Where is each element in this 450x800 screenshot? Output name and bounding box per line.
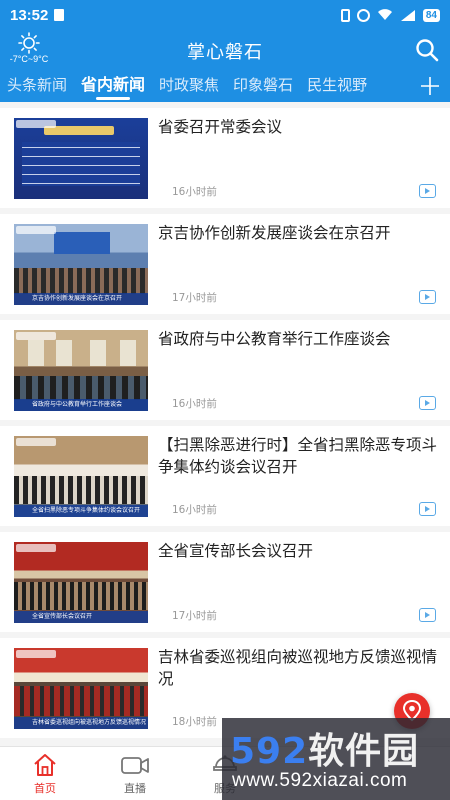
channel-logo xyxy=(16,332,56,340)
watermark-url: www.592xiazai.com xyxy=(232,770,408,791)
vibrate-icon xyxy=(340,8,350,22)
channel-logo xyxy=(16,226,56,234)
news-thumbnail xyxy=(14,118,148,199)
news-title: 省政府与中公教育举行工作座谈会 xyxy=(158,330,391,348)
add-tab-icon[interactable] xyxy=(410,70,450,102)
video-play-icon xyxy=(419,290,436,304)
news-item[interactable]: 全省宣传部长会议召开 全省宣传部长会议召开 17小时前 xyxy=(0,532,450,632)
news-item[interactable]: 京吉协作创新发展座谈会在京召开 京吉协作创新发展座谈会在京召开 17小时前 xyxy=(0,214,450,314)
battery-level: 84 xyxy=(422,8,440,22)
channel-logo xyxy=(16,650,56,658)
news-item[interactable]: 省委召开常委会议 16小时前 xyxy=(0,108,450,208)
category-tabs: 头条新闻 省内新闻 时政聚焦 印象磐石 民生视野 xyxy=(0,70,450,102)
nav-live-label: 直播 xyxy=(124,782,146,795)
tab-provincial-news[interactable]: 省内新闻 xyxy=(74,70,152,102)
status-bar: 13:52 84 xyxy=(0,0,450,30)
tabs-fade xyxy=(386,70,410,102)
watermark-brand-text: 软件园 xyxy=(308,731,420,772)
signal-icon xyxy=(400,10,415,21)
thumbnail-caption: 吉林省委巡视组向被巡视地方反馈巡视情况 xyxy=(14,717,148,729)
news-time: 17小时前 xyxy=(172,292,217,304)
watermark-brand: 592软件园 xyxy=(230,722,419,774)
channel-logo xyxy=(16,544,56,552)
alarm-icon xyxy=(356,8,370,22)
video-play-icon xyxy=(419,502,436,516)
watermark-overlay: 592软件园 www.592xiazai.com xyxy=(222,718,450,800)
thumbnail-caption: 省政府与中公教育举行工作座谈会 xyxy=(14,399,148,411)
status-time: 13:52 xyxy=(10,6,49,24)
channel-logo xyxy=(16,120,56,128)
nav-home[interactable]: 首页 xyxy=(0,747,90,800)
news-item[interactable]: 全省扫黑除恶专项斗争集体约谈会议召开 【扫黑除恶进行时】全省扫黑除恶专项斗争集体… xyxy=(0,426,450,526)
tab-headline-news[interactable]: 头条新闻 xyxy=(0,70,74,102)
news-list: 省委召开常委会议 16小时前 京吉协作创新发展座谈会在京召开 京吉协作创新发展座… xyxy=(0,102,450,746)
thumbnail-caption: 全省扫黑除恶专项斗争集体约谈会议召开 xyxy=(14,505,148,517)
status-icons: 84 xyxy=(340,8,440,22)
thumbnail-caption: 京吉协作创新发展座谈会在京召开 xyxy=(14,293,148,305)
thumbnail-caption: 全省宣传部长会议召开 xyxy=(14,611,148,623)
news-title: 京吉协作创新发展座谈会在京召开 xyxy=(158,224,391,242)
tab-livelihood[interactable]: 民生视野 xyxy=(300,70,374,102)
app-screen: 13:52 84 -7°C~9°C 掌心磐石 头条新闻 省内新闻 时政聚焦 印象… xyxy=(0,0,450,800)
nav-home-label: 首页 xyxy=(34,782,56,795)
app-header: -7°C~9°C 掌心磐石 xyxy=(0,30,450,70)
news-thumbnail: 省政府与中公教育举行工作座谈会 xyxy=(14,330,148,411)
watermark-brand-number: 592 xyxy=(230,731,309,772)
tab-impression-panshi[interactable]: 印象磐石 xyxy=(226,70,300,102)
news-time: 16小时前 xyxy=(172,186,217,198)
channel-logo xyxy=(16,438,56,446)
search-icon[interactable] xyxy=(414,37,440,63)
news-thumbnail: 京吉协作创新发展座谈会在京召开 xyxy=(14,224,148,305)
home-icon xyxy=(34,754,56,776)
tab-politics-focus[interactable]: 时政聚焦 xyxy=(152,70,226,102)
nav-live[interactable]: 直播 xyxy=(90,747,180,800)
news-time: 18小时前 xyxy=(172,716,217,728)
news-title: 全省宣传部长会议召开 xyxy=(158,542,314,560)
app-title: 掌心磐石 xyxy=(187,42,263,63)
news-time: 16小时前 xyxy=(172,398,217,410)
news-title: 吉林省委巡视组向被巡视地方反馈巡视情况 xyxy=(158,648,438,688)
news-thumbnail: 全省宣传部长会议召开 xyxy=(14,542,148,623)
notification-doc-icon xyxy=(54,9,65,21)
news-time: 17小时前 xyxy=(172,610,217,622)
video-play-icon xyxy=(419,608,436,622)
video-play-icon xyxy=(419,184,436,198)
video-play-icon xyxy=(419,396,436,410)
news-thumbnail: 吉林省委巡视组向被巡视地方反馈巡视情况 xyxy=(14,648,148,729)
video-camera-icon xyxy=(121,757,149,774)
news-thumbnail: 全省扫黑除恶专项斗争集体约谈会议召开 xyxy=(14,436,148,517)
news-item[interactable]: 省政府与中公教育举行工作座谈会 省政府与中公教育举行工作座谈会 16小时前 xyxy=(0,320,450,420)
news-time: 16小时前 xyxy=(172,504,217,516)
news-title: 省委召开常委会议 xyxy=(158,118,283,136)
wifi-icon xyxy=(377,9,392,20)
news-title: 【扫黑除恶进行时】全省扫黑除恶专项斗争集体约谈会议召开 xyxy=(158,436,438,476)
